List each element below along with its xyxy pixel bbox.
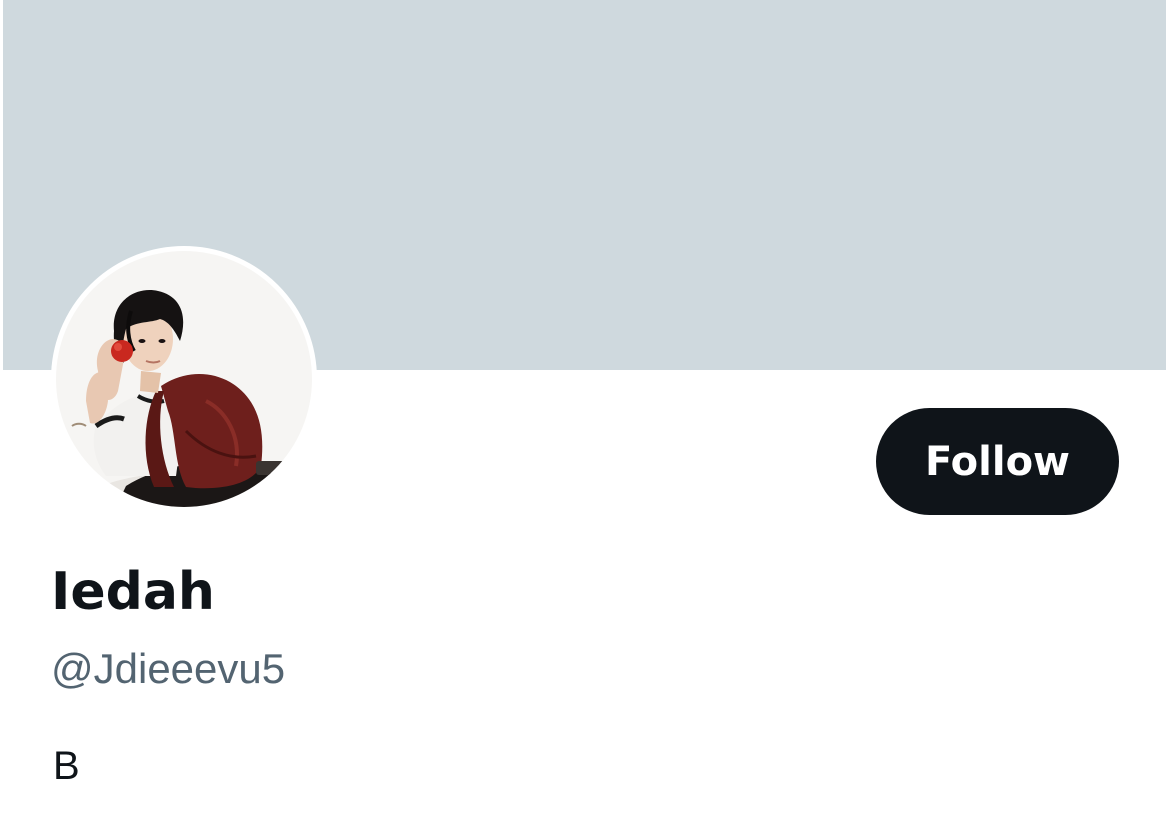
- profile-display-name: Iedah: [51, 562, 215, 622]
- profile-page: Follow Iedah @Jdieeevu5 B: [0, 0, 1170, 814]
- follow-button[interactable]: Follow: [876, 408, 1119, 515]
- avatar-photo-icon: [56, 251, 312, 507]
- profile-bio: B: [53, 744, 80, 788]
- profile-avatar[interactable]: [51, 246, 317, 512]
- profile-handle: @Jdieeevu5: [51, 645, 286, 692]
